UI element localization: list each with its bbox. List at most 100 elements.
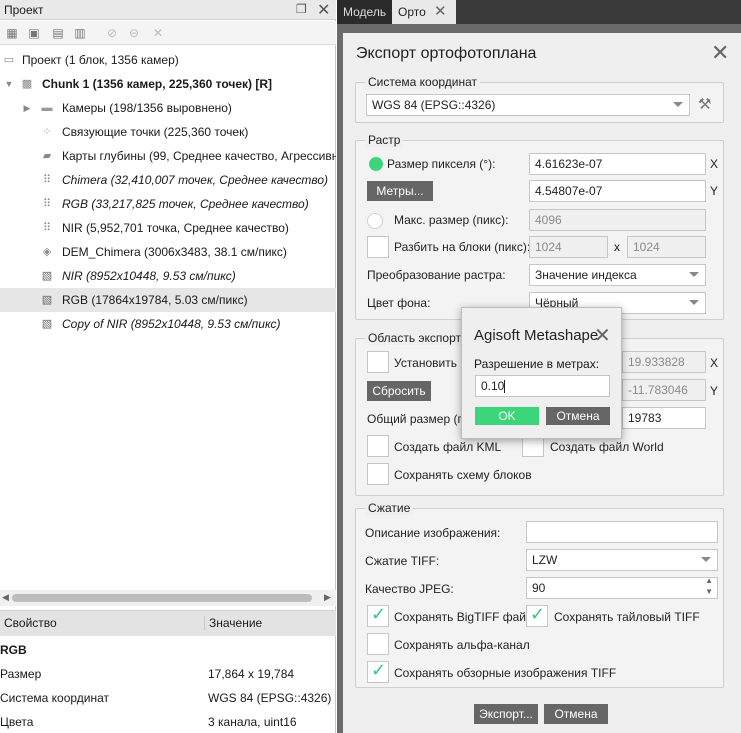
- dense-cloud-icon: ⠿: [42, 174, 52, 186]
- compression-group-title: Сжатие: [365, 501, 414, 515]
- pixel-size-y-input[interactable]: 4.54807e-07: [529, 180, 706, 202]
- add-chunk-icon[interactable]: ▦: [4, 25, 20, 41]
- y-axis-label: Y: [710, 184, 719, 198]
- float-window-icon[interactable]: ❐: [296, 2, 310, 16]
- resolution-popup: Agisoft Metashape ✕ Разрешение в метрах:…: [461, 307, 622, 439]
- total-size-label: Общий размер (пик: [367, 412, 476, 426]
- cancel-button[interactable]: Отмена: [544, 704, 608, 724]
- minus-icon[interactable]: ⊖: [126, 25, 142, 41]
- close-panel-icon[interactable]: ✕: [317, 0, 330, 20]
- close-dialog-icon[interactable]: ✕: [711, 40, 729, 66]
- ok-button[interactable]: OK: [475, 407, 539, 425]
- add-marker-icon[interactable]: ▥: [72, 25, 88, 41]
- add-folder-icon[interactable]: ▤: [50, 25, 66, 41]
- resolution-label: Разрешение в метрах:: [474, 357, 600, 371]
- spin-arrows-icon[interactable]: ▲ ▼: [705, 578, 713, 597]
- pixel-size-label: Размер пикселя (°):: [387, 157, 496, 171]
- split-width-input[interactable]: 1024: [529, 236, 608, 258]
- tree-item-label: NIR (5,952,701 точка, Среднее качество): [62, 221, 289, 235]
- export-button[interactable]: Экспорт...: [474, 704, 538, 724]
- close-popup-icon[interactable]: ✕: [594, 323, 611, 348]
- scrollbar-thumb[interactable]: [12, 594, 312, 602]
- reset-button[interactable]: Сбросить: [367, 381, 431, 401]
- max-size-label: Макс. размер (пикс):: [394, 213, 509, 227]
- popup-cancel-button[interactable]: Отмена: [546, 407, 610, 425]
- tree-item-chunk[interactable]: ▼ ▩ Chunk 1 (1356 камер, 225,360 точек) …: [0, 72, 336, 96]
- tree-item-depth-maps[interactable]: ▰ Карты глубины (99, Среднее качество, А…: [0, 144, 336, 168]
- add-photos-icon[interactable]: ▣: [26, 25, 42, 41]
- crs-select[interactable]: WGS 84 (EPSG::4326): [366, 94, 690, 116]
- tree-item-cameras[interactable]: ▶ ▬ Камеры (198/1356 выровнено): [0, 96, 336, 120]
- save-alpha-checkbox[interactable]: [367, 633, 389, 655]
- horizontal-scrollbar[interactable]: ◀ ▶: [0, 590, 336, 606]
- meters-button[interactable]: Метры...: [367, 181, 433, 201]
- remove-icon[interactable]: ⊘: [104, 25, 120, 41]
- image-description-label: Описание изображения:: [365, 526, 501, 540]
- raster-transform-select[interactable]: Значение индекса: [529, 264, 706, 286]
- tree-item-ortho-nir[interactable]: ▧ NIR (8952x10448, 9.53 см/пикс): [0, 264, 336, 288]
- close-item-icon[interactable]: ✕: [150, 25, 166, 41]
- property-row: Система координат WGS 84 (EPSG::4326): [0, 686, 336, 710]
- save-bigtiff-checkbox[interactable]: ✓: [367, 604, 389, 627]
- tree-item-ortho-rgb[interactable]: ▧ RGB (17864x19784, 5.03 см/пикс): [0, 288, 336, 312]
- tree-item-dem[interactable]: ◈ DEM_Chimera (3006x3483, 38.1 см/пикс): [0, 240, 336, 264]
- tree-item-label: DEM_Chimera (3006x3483, 38.1 см/пикс): [62, 245, 287, 259]
- resolution-input[interactable]: 0.10: [475, 375, 610, 397]
- tree-item-label: Проект (1 блок, 1356 камер): [22, 53, 179, 67]
- dense-cloud-icon: ⠿: [42, 198, 52, 210]
- tab-model[interactable]: Модель: [337, 0, 392, 24]
- region-x-input[interactable]: 19.933828: [622, 351, 706, 373]
- save-tiled-tiff-checkbox[interactable]: ✓: [526, 604, 548, 627]
- tiff-compression-select[interactable]: LZW: [526, 549, 718, 571]
- properties-heading-row: RGB: [0, 638, 336, 662]
- create-kml-checkbox[interactable]: [367, 435, 389, 457]
- max-size-input[interactable]: 4096: [529, 209, 706, 231]
- image-description-input[interactable]: [526, 521, 718, 543]
- property-column-header[interactable]: Свойство: [4, 616, 57, 630]
- crs-settings-icon[interactable]: ⚒: [698, 95, 711, 113]
- split-blocks-checkbox[interactable]: [367, 236, 389, 258]
- pixel-size-radio[interactable]: [369, 157, 383, 171]
- total-size-input[interactable]: 19783: [622, 407, 706, 429]
- checkmark-icon: ✓: [371, 604, 387, 624]
- create-kml-label: Создать файл KML: [394, 440, 502, 454]
- collapse-arrow-icon[interactable]: ▼: [2, 77, 16, 91]
- scroll-right-icon[interactable]: ▶: [324, 592, 331, 603]
- x-axis-label: X: [710, 356, 719, 370]
- save-overviews-checkbox[interactable]: ✓: [367, 660, 389, 683]
- max-size-radio[interactable]: [367, 213, 383, 229]
- tree-item-dense-cloud-chimera[interactable]: ⠿ Chimera (32,410,007 точек, Среднее кач…: [0, 168, 336, 192]
- tree-item-label: Камеры (198/1356 выровнено): [62, 101, 232, 115]
- save-overviews-label: Сохранять обзорные изображения TIFF: [394, 666, 617, 680]
- jpeg-quality-spinbox[interactable]: 90 ▲ ▼: [526, 577, 718, 599]
- scroll-left-icon[interactable]: ◀: [2, 592, 9, 603]
- properties-header: Свойство Значение: [0, 610, 336, 636]
- tab-ortho-label: Орто: [398, 5, 426, 19]
- orthomosaic-icon: ▧: [41, 318, 53, 330]
- set-boundaries-checkbox[interactable]: [367, 351, 389, 373]
- tree-item-label: NIR (8952x10448, 9.53 см/пикс): [62, 269, 236, 283]
- value-column-header[interactable]: Значение: [204, 616, 262, 630]
- tree-item-tie-points[interactable]: ⁘ Связующие точки (225,360 точек): [0, 120, 336, 144]
- region-y-input[interactable]: -11.783046: [622, 379, 706, 401]
- close-tab-icon[interactable]: ✕: [434, 0, 447, 24]
- tree-item-dense-cloud-nir[interactable]: ⠿ NIR (5,952,701 точка, Среднее качество…: [0, 216, 336, 240]
- text-cursor: [504, 380, 506, 394]
- tree-item-dense-cloud-rgb[interactable]: ⠿ RGB (33,217,825 точек, Среднее качеств…: [0, 192, 336, 216]
- expand-arrow-icon[interactable]: ▶: [20, 101, 34, 115]
- pixel-size-x-input[interactable]: 4.61623e-07: [529, 153, 706, 175]
- raster-group-title: Растр: [365, 133, 404, 147]
- crs-select-value: WGS 84 (EPSG::4326): [372, 98, 496, 112]
- tree-item-ortho-copy-nir[interactable]: ▧ Copy of NIR (8952x10448, 9.53 см/пикс): [0, 312, 336, 336]
- chevron-down-icon: [689, 272, 699, 277]
- checkmark-icon: ✓: [371, 660, 387, 680]
- crs-group: Система координат WGS 84 (EPSG::4326) ⚒: [355, 75, 724, 123]
- tab-ortho[interactable]: Орто ✕: [392, 0, 456, 24]
- chevron-down-icon: [673, 102, 683, 107]
- tree-item-project[interactable]: ▭ Проект (1 блок, 1356 камер): [0, 48, 336, 72]
- save-block-scheme-checkbox[interactable]: [367, 463, 389, 485]
- raster-transform-label: Преобразование растра:: [367, 268, 506, 282]
- split-height-input[interactable]: 1024: [627, 236, 706, 258]
- property-key: Система координат: [0, 691, 110, 705]
- raster-group: Растр Размер пикселя (°): 4.61623e-07 X …: [355, 133, 724, 320]
